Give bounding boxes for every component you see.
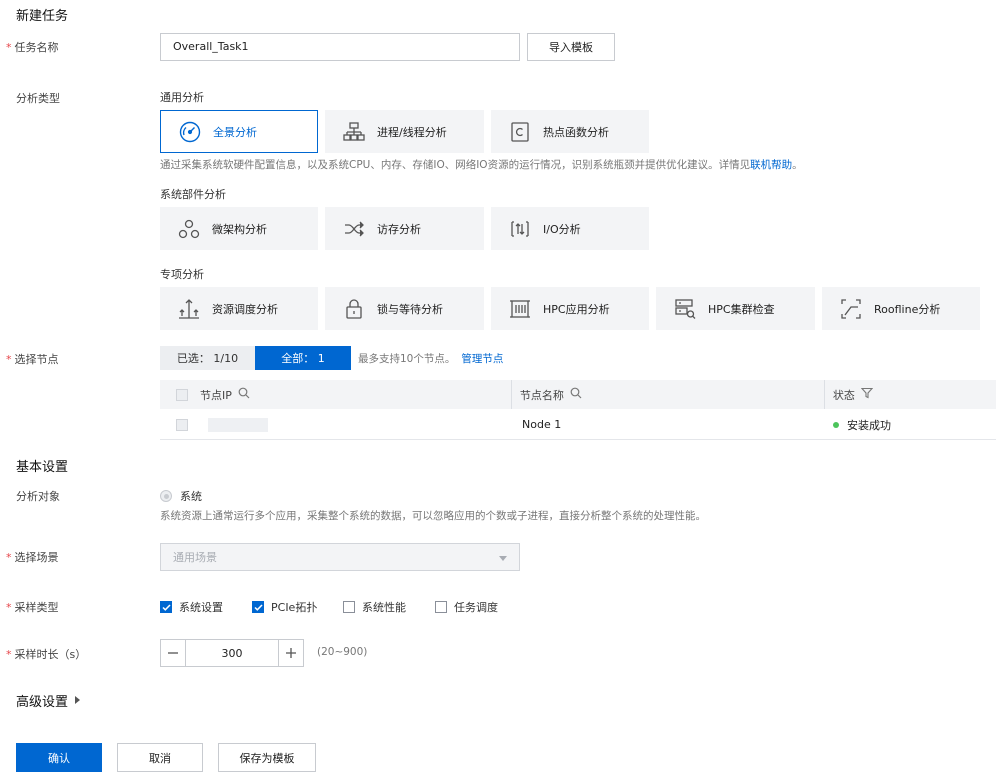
radio-icon: [160, 490, 172, 502]
analysis-type-label: 分析类型: [16, 92, 60, 105]
row-checkbox[interactable]: [176, 418, 188, 431]
confirm-button[interactable]: 确认: [16, 743, 102, 772]
node-table-header: 节点IP 节点名称 状态: [160, 380, 996, 409]
card-microarch-analysis[interactable]: 微架构分析: [160, 207, 318, 250]
microarch-icon: [176, 216, 202, 242]
duration-range-hint: (20~900): [317, 646, 368, 658]
card-roofline-analysis[interactable]: Roofline分析: [822, 287, 980, 330]
task-name-input[interactable]: Overall_Task1: [160, 33, 520, 61]
checkbox-system-settings[interactable]: 系统设置: [160, 599, 223, 615]
duration-stepper: 300: [160, 639, 304, 667]
sample-duration-label: * 采样时长（s）: [6, 648, 87, 661]
select-scene-label: * 选择场景: [6, 551, 59, 564]
card-hotspot-function-analysis[interactable]: 热点函数分析: [491, 110, 649, 153]
node-name-cell: Node 1: [522, 418, 562, 431]
increment-button[interactable]: [278, 640, 303, 666]
group-title-special: 专项分析: [160, 268, 204, 281]
card-resource-schedule-analysis[interactable]: 资源调度分析: [160, 287, 318, 330]
card-label: 资源调度分析: [212, 302, 278, 316]
caret-right-icon: [75, 693, 81, 708]
basic-settings-title: 基本设置: [16, 460, 69, 475]
node-filter-tabs: 已选： 1/10 全部： 1: [160, 346, 351, 370]
search-icon[interactable]: [570, 387, 582, 402]
select-node-label: * 选择节点: [6, 353, 59, 366]
panorama-description: 通过采集系统软硬件配置信息，以及系统CPU、内存、存储IO、网络IO资源的运行情…: [160, 159, 803, 171]
group-title-general: 通用分析: [160, 91, 204, 104]
checkbox-task-scheduling[interactable]: 任务调度: [435, 599, 498, 615]
online-help-link[interactable]: 联机帮助: [750, 159, 792, 171]
io-icon: [507, 216, 533, 242]
card-hpc-app-analysis[interactable]: HPC应用分析: [491, 287, 649, 330]
check-icon: [252, 601, 264, 613]
save-as-template-button[interactable]: 保存为模板: [218, 743, 316, 772]
tab-selected-nodes[interactable]: 已选： 1/10: [160, 346, 255, 370]
manage-nodes-link[interactable]: 管理节点: [461, 353, 503, 365]
filter-icon[interactable]: [860, 387, 874, 402]
duration-input[interactable]: 300: [186, 640, 278, 666]
cancel-button[interactable]: 取消: [117, 743, 203, 772]
card-label: 微架构分析: [212, 222, 267, 236]
card-process-thread-analysis[interactable]: 进程/线程分析: [325, 110, 484, 153]
roofline-icon: [838, 296, 864, 322]
card-label: 全景分析: [213, 125, 257, 139]
card-hpc-cluster-check[interactable]: HPC集群检查: [656, 287, 815, 330]
target-system-radio[interactable]: 系统: [160, 488, 202, 504]
advanced-settings-toggle[interactable]: 高级设置: [16, 691, 81, 710]
select-all-checkbox[interactable]: [176, 388, 188, 401]
caret-down-icon: [499, 551, 507, 564]
tab-all-nodes[interactable]: 全部： 1: [255, 346, 351, 370]
card-io-analysis[interactable]: I/O分析: [491, 207, 649, 250]
analysis-target-hint: 系统资源上通常运行多个应用，采集整个系统的数据，可以忽略应用的个数或子进程，直接…: [160, 510, 706, 522]
table-row[interactable]: Node 1 安装成功: [160, 410, 996, 440]
import-template-button[interactable]: 导入模板: [527, 33, 615, 61]
card-label: 热点函数分析: [543, 125, 609, 139]
column-header-status: 状态: [832, 388, 855, 402]
gauge-icon: [177, 119, 203, 145]
analysis-target-label: 分析对象: [16, 490, 60, 503]
card-label: Roofline分析: [874, 302, 941, 316]
column-header-ip: 节点IP: [200, 388, 232, 402]
card-label: 锁与等待分析: [377, 302, 443, 316]
sample-type-label: * 采样类型: [6, 601, 59, 614]
resource-schedule-icon: [176, 296, 202, 322]
function-c-icon: [507, 119, 533, 145]
scene-select[interactable]: 通用场景: [160, 543, 520, 571]
card-label: 进程/线程分析: [377, 125, 447, 139]
page-title: 新建任务: [16, 9, 69, 24]
column-header-name: 节点名称: [519, 388, 564, 402]
task-name-label: * 任务名称: [6, 41, 59, 54]
card-label: HPC集群检查: [708, 302, 775, 316]
memory-access-icon: [341, 216, 367, 242]
group-title-component: 系统部件分析: [160, 188, 226, 201]
status-dot-icon: [833, 421, 839, 428]
status-badge: 安装成功: [833, 417, 891, 433]
card-label: HPC应用分析: [543, 302, 610, 316]
card-label: I/O分析: [543, 222, 581, 236]
card-label: 访存分析: [377, 222, 421, 236]
checkbox-system-performance[interactable]: 系统性能: [343, 599, 406, 615]
card-lock-wait-analysis[interactable]: 锁与等待分析: [325, 287, 484, 330]
hpc-app-icon: [507, 296, 533, 322]
hpc-cluster-icon: [672, 296, 698, 322]
checkbox-pcie-topology[interactable]: PCIe拓扑: [252, 599, 317, 615]
search-icon[interactable]: [238, 387, 250, 402]
card-memory-access-analysis[interactable]: 访存分析: [325, 207, 484, 250]
lock-icon: [341, 296, 367, 322]
process-tree-icon: [341, 119, 367, 145]
node-limit-hint: 最多支持10个节点。 管理节点: [358, 353, 504, 365]
card-panorama-analysis[interactable]: 全景分析: [160, 110, 318, 153]
node-ip-cell: [208, 417, 268, 432]
check-icon: [160, 601, 172, 613]
decrement-button[interactable]: [161, 640, 186, 666]
